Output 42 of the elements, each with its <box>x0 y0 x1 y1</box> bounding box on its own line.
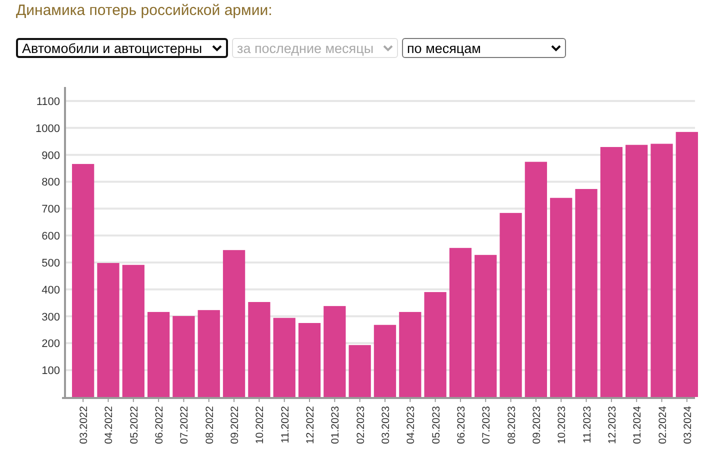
axis-label: 10.2022 <box>254 406 266 444</box>
axis-label: 07.2023 <box>480 406 493 444</box>
axis-label: 06.2022 <box>154 406 166 444</box>
axis-label: 04.2022 <box>103 406 116 444</box>
axis-label: 01.2024 <box>632 406 644 444</box>
chevron-icon <box>551 44 561 52</box>
axis-label: 04.2023 <box>405 406 418 444</box>
axis-label: 11.2023 <box>581 406 594 444</box>
chart-title: Динамика потерь российской армии: <box>15 1 274 21</box>
dropdown[interactable]: по месяцам <box>402 38 566 58</box>
axis-label: 900 <box>42 150 60 162</box>
axis-label: 12.2023 <box>606 406 618 444</box>
dropdown[interactable]: Автомобили и автоцистерны <box>16 38 228 58</box>
axis-label: 08.2022 <box>204 406 216 444</box>
axis-label: 400 <box>42 284 60 296</box>
axis-label: 02.2024 <box>656 406 669 444</box>
axis-label: 03.2023 <box>380 406 392 444</box>
axis-label: 03.2024 <box>682 406 694 444</box>
axis-label: 600 <box>42 230 60 243</box>
axis-label: 03.2022 <box>78 406 90 444</box>
axis-label: 800 <box>42 176 60 189</box>
axis-label: 12.2022 <box>304 406 316 444</box>
axis-label: 09.2022 <box>229 406 242 444</box>
axis-label: 11.2022 <box>279 406 292 444</box>
axis-label: 01.2023 <box>330 406 342 444</box>
chevron-icon <box>212 44 222 52</box>
axis-label: 700 <box>42 204 60 216</box>
axis-label: 06.2023 <box>455 406 468 444</box>
axis-label: 500 <box>42 257 60 270</box>
axis-label: 300 <box>42 311 60 324</box>
axis-label: 08.2023 <box>506 406 518 444</box>
axis-label: 1000 <box>36 122 60 135</box>
axis-label: 05.2023 <box>430 406 442 444</box>
axis-label: 100 <box>42 365 60 378</box>
axis-label: 05.2022 <box>128 406 140 444</box>
axis-label: 02.2023 <box>354 406 367 444</box>
axis-label: 1100 <box>36 96 60 108</box>
chevron-icon <box>383 44 393 52</box>
axis-label: 07.2022 <box>178 406 191 444</box>
axis-label: 200 <box>42 338 60 350</box>
axis-label: 09.2023 <box>530 406 543 444</box>
axis-label: 10.2023 <box>556 406 568 444</box>
